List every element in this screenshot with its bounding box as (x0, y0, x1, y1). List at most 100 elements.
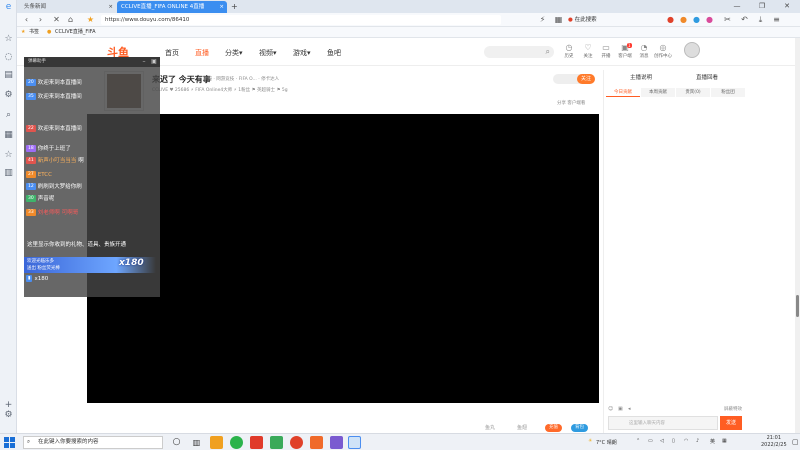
send-button[interactable]: 发送 (720, 416, 742, 430)
subtab-week[interactable]: 本周贡献 (641, 88, 675, 97)
minimize-button[interactable]: — (725, 0, 749, 12)
history-button[interactable]: ◷ 历史 (560, 43, 578, 59)
notes-icon[interactable]: ▦ (3, 130, 14, 141)
browser-taskbar-icon[interactable] (348, 436, 361, 449)
subtab-fans[interactable]: 粉丝团 (711, 88, 745, 97)
chat-icon[interactable]: ◌ (3, 52, 14, 63)
taskbar-search[interactable]: ⌕ 在此键入你要搜索的内容 (23, 436, 163, 449)
download-icon[interactable]: ⤓ (755, 14, 766, 25)
level-badge: 27 (26, 171, 36, 178)
bookmark-item[interactable]: 书签 (29, 27, 39, 38)
subtab-today[interactable]: 今日贡献 (606, 88, 640, 97)
emoji-icon[interactable]: ☺ (608, 406, 613, 412)
site-logo[interactable]: 斗鱼 (107, 44, 141, 59)
room-title: 来迟了 今天有事 (152, 75, 211, 84)
app-icon[interactable] (210, 436, 223, 449)
creator-center-button[interactable]: ◎ 创作中心 (654, 43, 672, 59)
extension-red-icon[interactable]: ● (665, 14, 676, 25)
tab-replay[interactable]: 直播回看 (696, 73, 718, 81)
recharge-button[interactable]: 充值 (545, 424, 562, 432)
clock[interactable]: 21:01 2022/2/25 (761, 435, 787, 449)
bookmark-item[interactable]: CCLIVE直播_FIFA (55, 27, 96, 38)
site-search-input[interactable]: ⌕ (484, 46, 554, 58)
bookmark-bar: ★ 书签 ● CCLIVE直播_FIFA (17, 27, 800, 38)
mic-icon[interactable]: ▯ (672, 438, 675, 444)
notification-icon[interactable]: ▢ (792, 438, 799, 446)
browser-logo-icon[interactable]: e (3, 2, 14, 13)
client-button[interactable]: ▣ 客户端 1 (616, 43, 634, 59)
video-player[interactable] (87, 114, 599, 403)
tab-streamer-info[interactable]: 主播说明 (630, 73, 652, 81)
nav-fishbar[interactable]: 鱼吧 (327, 48, 341, 58)
tab-cclive[interactable]: CCLIVE直播_FIFA ONLINE 4直播 × (117, 1, 227, 13)
tray-up-icon[interactable]: ⌃ (636, 438, 640, 444)
extension-icon[interactable]: ⚡ (537, 14, 548, 25)
follow-button[interactable]: 关注 (577, 74, 595, 84)
overlay-pin-icon[interactable]: ▣ (150, 57, 158, 67)
overlay-minimize-icon[interactable]: – (140, 57, 148, 67)
settings-bottom-icon[interactable]: ⚙ (3, 410, 14, 421)
level-badge: 20 (26, 79, 36, 86)
ime-icon[interactable]: ▦ (722, 438, 727, 444)
app-red-icon[interactable] (250, 436, 263, 449)
messages-button[interactable]: ◔ 消息 (635, 43, 653, 59)
task-manager-icon[interactable]: ▥ (190, 436, 203, 449)
follow-list-button[interactable]: ♡ 关注 (579, 43, 597, 59)
netease-music-icon[interactable] (290, 436, 303, 449)
close-window-button[interactable]: ✕ (775, 0, 799, 12)
stop-icon[interactable]: ✕ (51, 14, 62, 25)
nav-video[interactable]: 视频▾ (259, 48, 277, 58)
page-scrollbar[interactable] (795, 38, 800, 433)
task-view-icon[interactable]: ○ (170, 436, 183, 449)
block-effects-toggle[interactable]: 屏蔽特效 (724, 406, 742, 412)
history-icon[interactable]: ▤ (3, 70, 14, 81)
settings-icon[interactable]: ⚙ (3, 90, 14, 101)
backpack-button[interactable]: 背包 (571, 424, 588, 432)
share-links[interactable]: 分享 客户端看 (557, 100, 585, 106)
grid-icon[interactable]: ▦ (553, 14, 564, 25)
extension-blue-icon[interactable]: ● (691, 14, 702, 25)
wifi-icon[interactable]: ◠ (684, 438, 688, 444)
nav-games[interactable]: 游戏▾ (293, 48, 311, 58)
wechat-icon[interactable] (230, 436, 243, 449)
chat-input[interactable]: 这里输入聊天内容 (608, 416, 718, 430)
maximize-button[interactable]: ❐ (750, 0, 774, 12)
weather-text[interactable]: 7°C 晴朗 (596, 439, 617, 446)
subtab-vip[interactable]: 贵宾(0) (676, 88, 710, 97)
speaker-icon[interactable]: ♪ (696, 438, 699, 444)
scrollbar-thumb[interactable] (796, 295, 799, 317)
bookmark-star-icon[interactable]: ★ (85, 14, 96, 25)
extension-pink-icon[interactable]: ● (704, 14, 715, 25)
app-green-icon[interactable] (270, 436, 283, 449)
browser-search-box[interactable]: ● 在此搜索 (568, 15, 628, 25)
tab-news[interactable]: 头条新闻 × (20, 1, 116, 13)
danmu-overlay-window[interactable]: 弹幕助手 – ▣ 20 欢迎来到本直播间 35 欢迎来到本直播间 22 欢迎来到本直播… (24, 57, 160, 297)
star-icon[interactable]: ☆ (3, 150, 14, 161)
url-field[interactable]: https://www.douyu.com/86410 (101, 15, 501, 25)
home-icon[interactable]: ⌂ (65, 14, 76, 25)
cut-icon[interactable]: ✂ (722, 14, 733, 25)
windows-start-icon[interactable] (3, 436, 16, 449)
nav-live[interactable]: 直播 (195, 48, 209, 58)
megaphone-icon[interactable]: ◂ (628, 406, 631, 412)
new-tab-button[interactable]: + (227, 1, 239, 13)
search-icon[interactable]: ⌕ (3, 110, 14, 121)
nav-category[interactable]: 分类▾ (225, 48, 243, 58)
app-orange-icon[interactable] (310, 436, 323, 449)
extension-game-icon[interactable]: ● (678, 14, 689, 25)
network-icon[interactable]: ▭ (648, 438, 653, 444)
volume-icon[interactable]: ◁ (660, 438, 664, 444)
menu-icon[interactable]: ≡ (771, 14, 782, 25)
forward-icon[interactable]: › (35, 14, 46, 25)
undo-icon[interactable]: ↶ (739, 14, 750, 25)
user-avatar[interactable] (684, 42, 700, 58)
back-icon[interactable]: ‹ (21, 14, 32, 25)
favorites-icon[interactable]: ☆ (3, 34, 14, 45)
app-purple-icon[interactable] (330, 436, 343, 449)
search-icon[interactable]: ⌕ (546, 47, 550, 57)
nav-home[interactable]: 首页 (165, 48, 179, 58)
input-language[interactable]: 英 (710, 438, 715, 445)
tools-icon[interactable]: ▥ (3, 168, 14, 179)
start-stream-button[interactable]: ▭ 开播 (597, 43, 615, 59)
image-icon[interactable]: ▣ (618, 406, 623, 412)
